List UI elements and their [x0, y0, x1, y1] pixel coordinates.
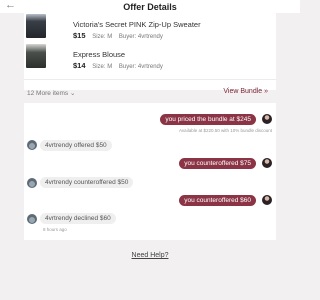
bundle-item[interactable]: Victoria's Secret PINK Zip-Up Sweater $1…: [24, 14, 276, 40]
item-thumbnail[interactable]: [26, 14, 46, 38]
buyer-avatar: [27, 214, 37, 224]
item-title: Victoria's Secret PINK Zip-Up Sweater: [73, 20, 201, 29]
offer-history-card: you priced the bundle at $245 Available …: [24, 103, 276, 240]
back-arrow-icon[interactable]: ←: [5, 0, 17, 12]
incoming-message: 4vrtrendy counteroffered $50: [40, 177, 134, 188]
need-help-link[interactable]: Need Help?: [0, 252, 300, 259]
seller-avatar: [262, 195, 272, 205]
page-title: Offer Details: [123, 1, 177, 12]
bundle-item[interactable]: Express Blouse $14 Size: M Buyer: 4vrtre…: [24, 44, 276, 70]
item-size: Size: M: [92, 34, 113, 40]
item-price: $15: [73, 31, 86, 40]
more-items-toggle[interactable]: 12 More items ⌄: [27, 89, 75, 97]
item-title: Express Blouse: [73, 50, 126, 59]
seller-avatar: [262, 114, 272, 124]
view-bundle-link[interactable]: View Bundle »: [223, 88, 268, 95]
buyer-avatar: [27, 178, 37, 188]
more-items-label: 12 More items: [27, 90, 69, 97]
outgoing-message: you counteroffered $75: [179, 158, 256, 169]
outgoing-message: you priced the bundle at $245: [160, 114, 256, 125]
item-buyer: Buyer: 4vrtrendy: [118, 64, 163, 70]
item-thumbnail[interactable]: [26, 44, 46, 68]
seller-avatar: [262, 158, 272, 168]
top-bar: ← Offer Details: [0, 0, 300, 13]
outgoing-message: you counteroffered $60: [179, 195, 256, 206]
chevron-down-icon: ⌄: [70, 90, 76, 97]
divider: [24, 79, 276, 80]
item-size: Size: M: [92, 64, 113, 70]
discount-note: Available at $220.50 with 10% bundle dis…: [179, 128, 272, 133]
incoming-message: 4vrtrendy declined $60: [40, 213, 116, 224]
buyer-avatar: [27, 140, 37, 150]
item-meta: $14 Size: M Buyer: 4vrtrendy: [73, 61, 163, 70]
incoming-message: 4vrtrendy offered $50: [40, 140, 112, 151]
message-timestamp: 8 hours ago: [43, 227, 67, 232]
item-buyer: Buyer: 4vrtrendy: [118, 34, 163, 40]
bundle-card: Victoria's Secret PINK Zip-Up Sweater $1…: [24, 13, 276, 97]
item-price: $14: [73, 61, 86, 70]
item-meta: $15 Size: M Buyer: 4vrtrendy: [73, 31, 163, 40]
